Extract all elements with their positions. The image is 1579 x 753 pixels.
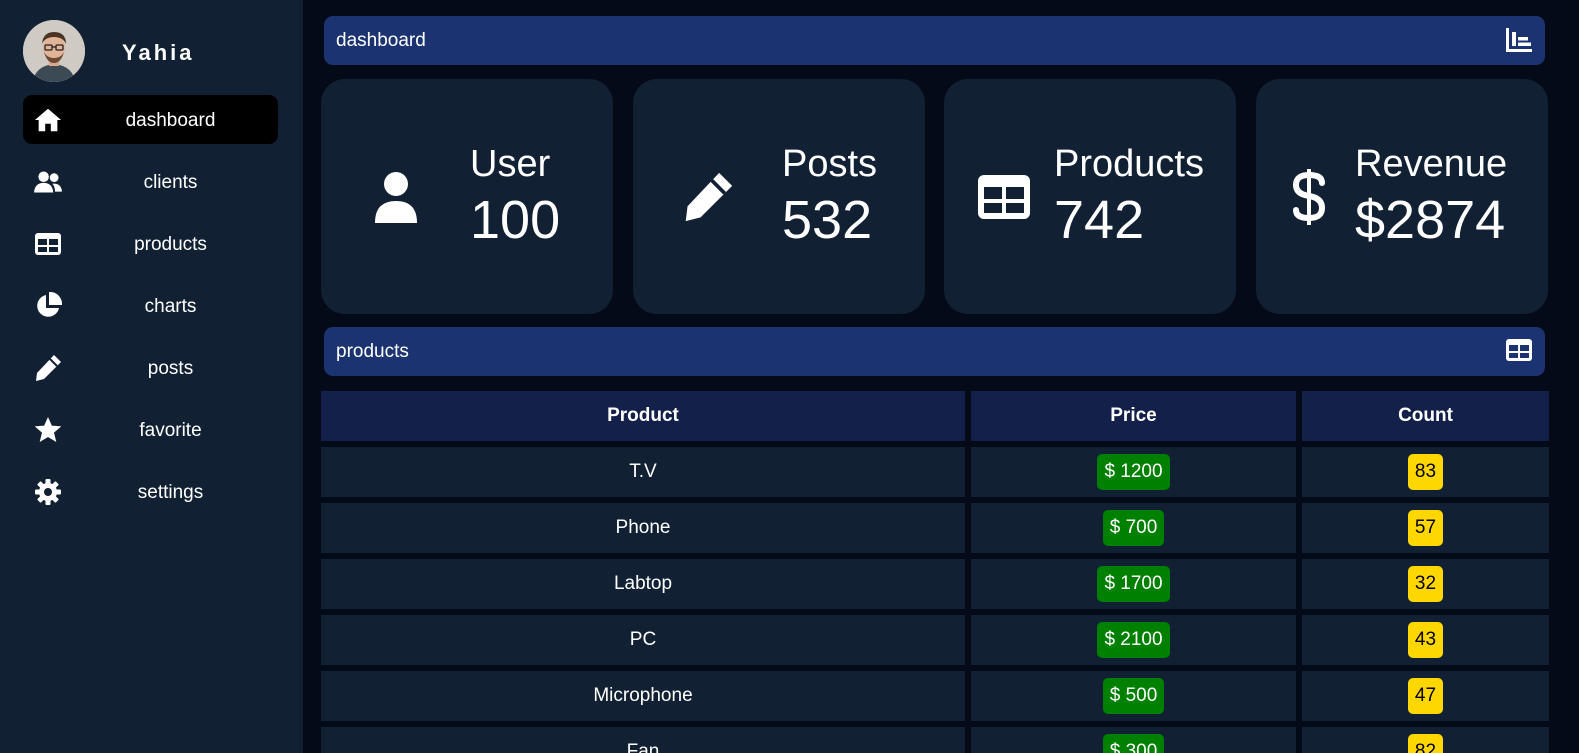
price-cell: $ 700 — [971, 503, 1296, 553]
count-cell: 57 — [1302, 503, 1549, 553]
dashboard-header: dashboard — [324, 16, 1545, 65]
stat-card-title: User — [470, 143, 551, 185]
table-row[interactable]: T.V $ 1200 83 — [321, 447, 1549, 497]
stat-card-title: Revenue — [1355, 143, 1508, 185]
stat-card-revenue[interactable]: Revenue $2874 — [1256, 79, 1548, 314]
column-header-product[interactable]: Product — [321, 391, 965, 441]
sidebar-item-settings[interactable]: settings — [23, 467, 278, 516]
username: Yahia — [122, 40, 195, 65]
bar-chart-icon[interactable] — [1506, 28, 1532, 57]
avatar[interactable] — [23, 20, 85, 82]
count-cell: 43 — [1302, 615, 1549, 665]
product-name: Labtop — [321, 559, 965, 609]
count-badge: 57 — [1407, 510, 1444, 546]
products-table: Product Price Count T.V $ 1200 83 Phone … — [321, 391, 1549, 753]
pencil-icon — [34, 355, 62, 381]
sidebar-item-label: settings — [137, 482, 204, 503]
count-cell: 32 — [1302, 559, 1549, 609]
table-icon — [974, 167, 1034, 227]
sidebar-item-products[interactable]: products — [23, 219, 278, 268]
sidebar-item-favorite[interactable]: favorite — [23, 405, 278, 454]
product-name: PC — [321, 615, 965, 665]
dollar-icon — [1279, 167, 1339, 227]
count-badge: 47 — [1407, 678, 1444, 714]
main-content: dashboard User 100 Posts 532 Products 74… — [303, 0, 1579, 753]
stat-card-value: $2874 — [1355, 190, 1506, 250]
price-badge: $ 1200 — [1097, 454, 1170, 490]
section-title: products — [336, 341, 409, 362]
table-icon — [34, 231, 62, 257]
count-badge: 82 — [1407, 734, 1444, 753]
sidebar-item-label: products — [134, 234, 207, 255]
table-row[interactable]: Fan $ 300 82 — [321, 727, 1549, 753]
sidebar-item-posts[interactable]: posts — [23, 343, 278, 392]
stat-card-title: Posts — [782, 143, 878, 185]
price-cell: $ 1200 — [971, 447, 1296, 497]
product-name: Microphone — [321, 671, 965, 721]
sidebar-item-label: dashboard — [125, 110, 216, 131]
table-row[interactable]: PC $ 2100 43 — [321, 615, 1549, 665]
count-badge: 43 — [1407, 622, 1444, 658]
gear-icon — [34, 479, 62, 505]
sidebar-nav: dashboard clients products charts posts … — [23, 95, 278, 529]
price-cell: $ 1700 — [971, 559, 1296, 609]
pie-chart-icon — [34, 292, 62, 319]
section-title: dashboard — [336, 30, 426, 51]
table-row[interactable]: Phone $ 700 57 — [321, 503, 1549, 553]
stat-card-posts[interactable]: Posts 532 — [633, 79, 925, 314]
count-badge: 83 — [1407, 454, 1444, 490]
products-header: products — [324, 327, 1545, 376]
table-row[interactable]: Microphone $ 500 47 — [321, 671, 1549, 721]
count-cell: 47 — [1302, 671, 1549, 721]
count-cell: 82 — [1302, 727, 1549, 753]
column-header-price[interactable]: Price — [971, 391, 1296, 441]
sidebar-item-dashboard[interactable]: dashboard — [23, 95, 278, 144]
pencil-icon — [678, 167, 738, 227]
price-badge: $ 500 — [1102, 678, 1165, 714]
product-name: T.V — [321, 447, 965, 497]
price-cell: $ 2100 — [971, 615, 1296, 665]
product-name: Phone — [321, 503, 965, 553]
product-name: Fan — [321, 727, 965, 753]
count-badge: 32 — [1407, 566, 1444, 602]
stat-card-value: 532 — [782, 190, 873, 250]
price-cell: $ 500 — [971, 671, 1296, 721]
table-icon[interactable] — [1506, 339, 1532, 366]
stat-card-title: Products — [1054, 143, 1204, 185]
users-icon — [34, 169, 62, 195]
sidebar-item-label: clients — [143, 172, 198, 193]
home-icon — [34, 107, 62, 133]
table-header-row: Product Price Count — [321, 391, 1549, 441]
sidebar-item-label: charts — [144, 296, 197, 317]
sidebar-item-label: favorite — [139, 420, 202, 441]
column-header-count[interactable]: Count — [1302, 391, 1549, 441]
price-badge: $ 300 — [1102, 734, 1165, 753]
sidebar-item-charts[interactable]: charts — [23, 281, 278, 330]
stat-card-value: 100 — [470, 190, 561, 250]
price-badge: $ 1700 — [1097, 566, 1170, 602]
app: Yahia dashboard clients products charts … — [0, 0, 1579, 753]
sidebar: Yahia dashboard clients products charts … — [0, 0, 303, 753]
star-icon — [34, 416, 62, 443]
stat-card-products[interactable]: Products 742 — [944, 79, 1236, 314]
count-cell: 83 — [1302, 447, 1549, 497]
table-row[interactable]: Labtop $ 1700 32 — [321, 559, 1549, 609]
price-cell: $ 300 — [971, 727, 1296, 753]
sidebar-item-clients[interactable]: clients — [23, 157, 278, 206]
sidebar-item-label: posts — [147, 358, 194, 379]
stat-card-value: 742 — [1054, 190, 1145, 250]
user-icon — [366, 167, 426, 227]
profile: Yahia — [23, 20, 283, 82]
price-badge: $ 700 — [1102, 510, 1165, 546]
price-badge: $ 2100 — [1097, 622, 1170, 658]
stat-card-user[interactable]: User 100 — [321, 79, 613, 314]
